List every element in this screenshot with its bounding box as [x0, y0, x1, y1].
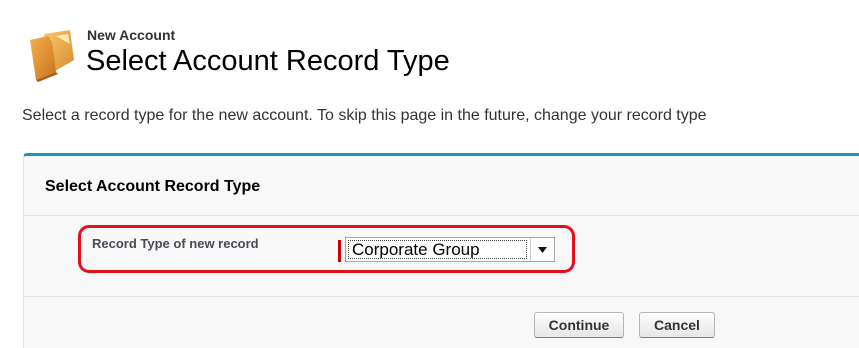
page-description: Select a record type for the new account… [22, 107, 707, 124]
panel-title: Select Account Record Type [45, 178, 261, 195]
page-title: Select Account Record Type [86, 45, 450, 77]
panel-header: Select Account Record Type [24, 156, 859, 216]
continue-button[interactable]: Continue [534, 312, 624, 338]
page-subtitle: New Account [87, 27, 176, 43]
record-type-panel: Select Account Record Type Record Type o… [23, 153, 859, 348]
cancel-button[interactable]: Cancel [639, 312, 715, 338]
highlight-annotation [78, 225, 575, 273]
panel-body: Record Type of new record Corporate Grou… [24, 216, 859, 297]
page: New Account Select Account Record Type S… [0, 0, 859, 348]
folder-icon [30, 30, 74, 82]
